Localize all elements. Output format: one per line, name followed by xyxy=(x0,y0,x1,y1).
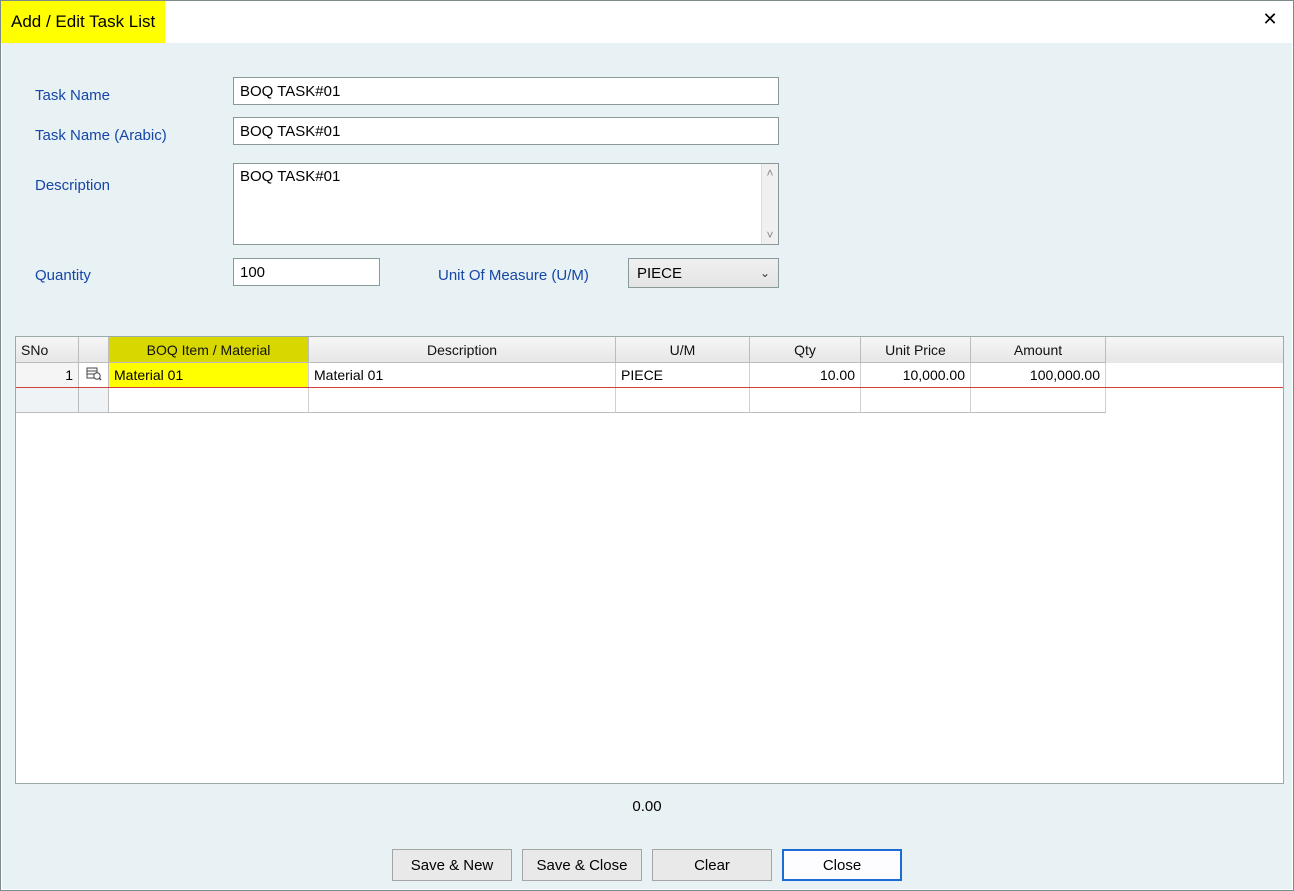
cell-description[interactable] xyxy=(309,388,616,413)
scroll-down-icon: ˅ xyxy=(766,228,773,242)
cell-icon xyxy=(79,388,109,413)
grid-header: SNo BOQ Item / Material Description U/M … xyxy=(16,337,1283,363)
cell-item[interactable]: Material 01 xyxy=(109,363,309,387)
task-name-arabic-input[interactable] xyxy=(233,117,779,145)
uom-selected-value: PIECE xyxy=(637,265,682,282)
scroll-up-icon: ˄ xyxy=(766,166,773,180)
form-area: Task Name Task Name (Arabic) Description… xyxy=(2,43,1292,328)
col-header-amount[interactable]: Amount xyxy=(971,337,1106,363)
grid-total: 0.00 xyxy=(2,798,1292,815)
col-header-sno[interactable]: SNo xyxy=(16,337,79,363)
titlebar: Add / Edit Task List ✕ xyxy=(1,1,1293,43)
cell-amount[interactable] xyxy=(971,388,1106,413)
row-lookup-button[interactable] xyxy=(79,363,109,387)
chevron-down-icon: ⌄ xyxy=(760,266,770,280)
button-bar: Save & New Save & Close Clear Close xyxy=(2,849,1292,881)
cell-unit-price[interactable]: 10,000.00 xyxy=(861,363,971,387)
col-header-um[interactable]: U/M xyxy=(616,337,750,363)
cell-qty[interactable]: 10.00 xyxy=(750,363,861,387)
col-header-description[interactable]: Description xyxy=(309,337,616,363)
boq-grid: SNo BOQ Item / Material Description U/M … xyxy=(15,336,1284,784)
lookup-icon xyxy=(86,365,102,385)
cell-amount[interactable]: 100,000.00 xyxy=(971,363,1106,387)
table-row-empty[interactable] xyxy=(16,388,1283,413)
label-description: Description xyxy=(35,177,110,194)
label-task-name: Task Name xyxy=(35,87,110,104)
col-header-item[interactable]: BOQ Item / Material xyxy=(109,337,309,363)
label-task-name-arabic: Task Name (Arabic) xyxy=(35,127,167,144)
close-dialog-button[interactable]: Close xyxy=(782,849,902,881)
close-button[interactable]: ✕ xyxy=(1247,1,1293,37)
cell-um[interactable]: PIECE xyxy=(616,363,750,387)
cell-qty[interactable] xyxy=(750,388,861,413)
save-and-close-button[interactable]: Save & Close xyxy=(522,849,642,881)
cell-unit-price[interactable] xyxy=(861,388,971,413)
cell-um[interactable] xyxy=(616,388,750,413)
col-header-qty[interactable]: Qty xyxy=(750,337,861,363)
save-and-new-button[interactable]: Save & New xyxy=(392,849,512,881)
quantity-input[interactable] xyxy=(233,258,380,286)
cell-description[interactable]: Material 01 xyxy=(309,363,616,387)
col-header-icon[interactable] xyxy=(79,337,109,363)
description-scrollbar[interactable]: ˄ ˅ xyxy=(761,164,778,244)
uom-select[interactable]: PIECE ⌄ xyxy=(628,258,779,288)
label-quantity: Quantity xyxy=(35,267,91,284)
cell-sno xyxy=(16,388,79,413)
cell-item[interactable] xyxy=(109,388,309,413)
label-uom: Unit Of Measure (U/M) xyxy=(438,267,589,284)
description-textarea[interactable]: BOQ TASK#01 ˄ ˅ xyxy=(233,163,779,245)
description-text: BOQ TASK#01 xyxy=(234,164,761,244)
close-icon: ✕ xyxy=(1262,9,1277,30)
client-area: Task Name Task Name (Arabic) Description… xyxy=(2,43,1292,889)
col-header-unit-price[interactable]: Unit Price xyxy=(861,337,971,363)
clear-button[interactable]: Clear xyxy=(652,849,772,881)
dialog-window: Add / Edit Task List ✕ Task Name Task Na… xyxy=(0,0,1294,891)
window-title: Add / Edit Task List xyxy=(1,1,165,43)
cell-sno: 1 xyxy=(16,363,79,387)
table-row[interactable]: 1 Material 01 Material 01 PIECE xyxy=(16,363,1283,388)
task-name-input[interactable] xyxy=(233,77,779,105)
